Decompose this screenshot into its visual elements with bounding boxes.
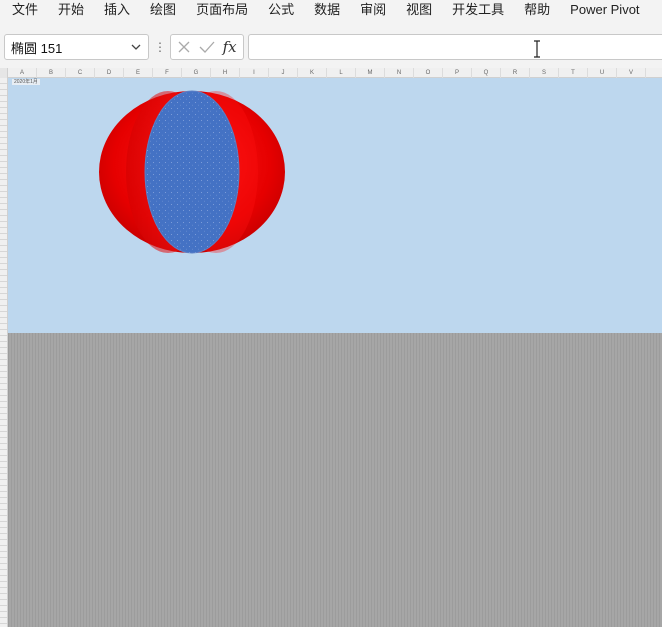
column-letter-g[interactable]: G (182, 68, 211, 78)
ball-shape[interactable] (98, 89, 287, 255)
chevron-down-icon[interactable] (130, 41, 142, 53)
menu-power-pivot[interactable]: Power Pivot (560, 0, 649, 26)
menu-view[interactable]: 视图 (396, 0, 442, 26)
column-letter-s[interactable]: S (530, 68, 559, 78)
menu-developer[interactable]: 开发工具 (442, 0, 514, 26)
menu-page-layout[interactable]: 页面布局 (186, 0, 258, 26)
column-letter-k[interactable]: K (298, 68, 327, 78)
menu-formulas[interactable]: 公式 (258, 0, 304, 26)
row-header (0, 78, 8, 627)
sheet-area-gray[interactable] (8, 333, 662, 627)
column-letter-i[interactable]: I (240, 68, 269, 78)
name-box[interactable]: 椭圆 151 (4, 34, 149, 60)
confirm-icon[interactable] (197, 37, 217, 57)
cell-a1-text: 2020年1月 (12, 79, 40, 85)
column-letter-o[interactable]: O (414, 68, 443, 78)
column-header: ABCDEFGHIJKLMNOPQRSTUV (0, 68, 662, 78)
formula-buttons: fx (170, 34, 244, 60)
menu-home[interactable]: 开始 (48, 0, 94, 26)
ribbon-menu: 文件 开始 插入 绘图 页面布局 公式 数据 审阅 视图 开发工具 帮助 Pow… (0, 0, 662, 26)
menu-draw[interactable]: 绘图 (140, 0, 186, 26)
insert-function-button[interactable]: fx (220, 37, 240, 57)
menu-data[interactable]: 数据 (304, 0, 350, 26)
column-letter-d[interactable]: D (95, 68, 124, 78)
column-letter-h[interactable]: H (211, 68, 240, 78)
menu-file[interactable]: 文件 (0, 0, 48, 26)
column-letter-v[interactable]: V (617, 68, 646, 78)
more-options-icon[interactable]: ⋮ (154, 38, 166, 56)
column-letter-p[interactable]: P (443, 68, 472, 78)
menu-help[interactable]: 帮助 (514, 0, 560, 26)
column-letter-a[interactable]: A (8, 68, 37, 78)
menu-review[interactable]: 审阅 (350, 0, 396, 26)
formula-input[interactable] (248, 34, 662, 60)
column-letter-m[interactable]: M (356, 68, 385, 78)
column-letter-n[interactable]: N (385, 68, 414, 78)
menu-insert[interactable]: 插入 (94, 0, 140, 26)
column-letter-e[interactable]: E (124, 68, 153, 78)
column-letter-j[interactable]: J (269, 68, 298, 78)
formula-bar: 椭圆 151 ⋮ fx (0, 26, 662, 68)
cancel-icon[interactable] (174, 37, 194, 57)
name-box-value: 椭圆 151 (11, 40, 63, 56)
column-letter-q[interactable]: Q (472, 68, 501, 78)
column-letter-u[interactable]: U (588, 68, 617, 78)
column-letter-l[interactable]: L (327, 68, 356, 78)
column-letter-r[interactable]: R (501, 68, 530, 78)
column-letter-t[interactable]: T (559, 68, 588, 78)
select-all-corner[interactable] (0, 68, 8, 78)
column-letter-c[interactable]: C (66, 68, 95, 78)
column-letter-b[interactable]: B (37, 68, 66, 78)
column-letter-f[interactable]: F (153, 68, 182, 78)
text-cursor-icon (532, 40, 542, 58)
